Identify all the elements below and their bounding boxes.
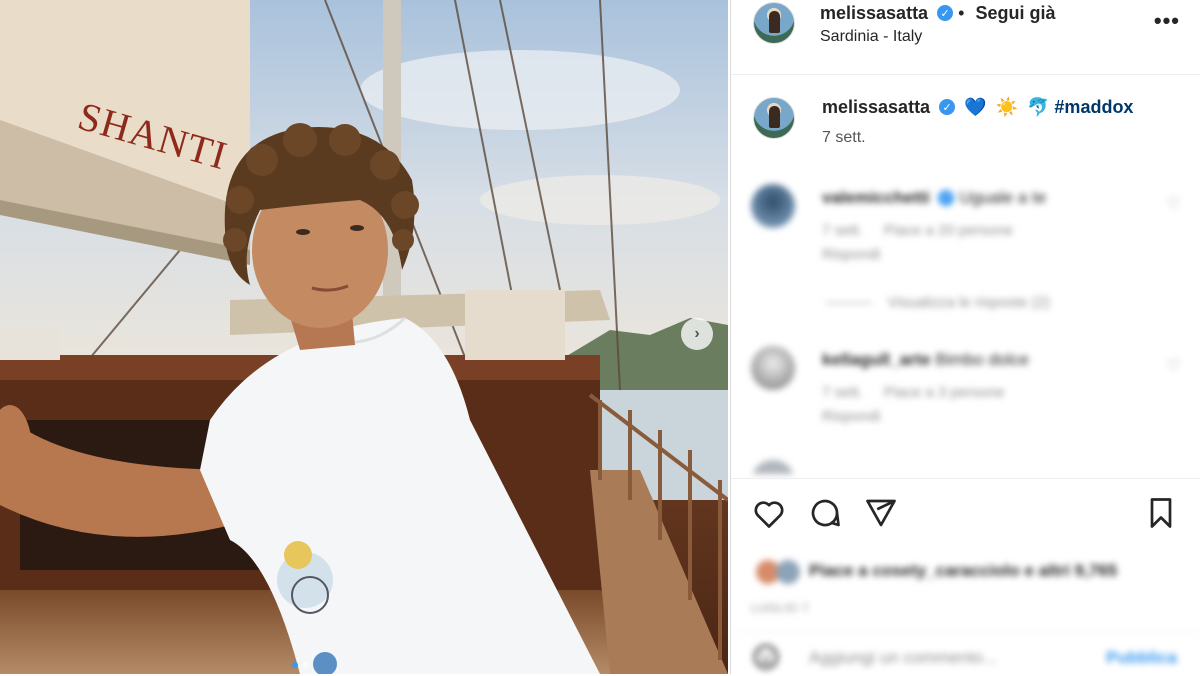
likes-count[interactable]: Piace a cosety_caracciolo e altri 9,765 — [809, 561, 1117, 581]
post-location[interactable]: Sardinia - Italy — [820, 28, 922, 46]
publish-button[interactable]: Pubblica — [1106, 648, 1177, 668]
more-horizontal-icon[interactable]: ••• — [1154, 8, 1180, 34]
comment-meta: 7 sett. Piace a 20 persone — [822, 222, 1013, 239]
comment-reply-button[interactable]: Rispondi — [822, 246, 880, 263]
share-send-icon[interactable] — [863, 495, 899, 531]
comment-avatar[interactable] — [751, 460, 795, 474]
sun-emoji: ☀️ — [995, 97, 1018, 117]
verified-badge-icon: ✓ — [937, 5, 954, 22]
caption-row: melissasatta ✓ 💙 ☀️ 🐬 #maddox — [822, 97, 1133, 118]
post-actions: Piace a cosety_caracciolo e altri 9,765 … — [731, 478, 1200, 675]
verified-badge-icon: ✓ — [938, 189, 955, 206]
comment-reply-button[interactable]: Rispondi — [822, 408, 880, 425]
liker-avatars — [756, 560, 800, 584]
comment-username[interactable]: kellagull_arte — [822, 350, 931, 369]
carousel-indicator — [292, 662, 309, 668]
post-photo[interactable]: SHANTI › — [0, 0, 728, 674]
emoji-smile-icon[interactable] — [751, 642, 781, 672]
comment-text: Uguale a te — [959, 188, 1047, 207]
bookmark-icon[interactable] — [1143, 495, 1179, 531]
comment-likes[interactable]: Piace a 20 persone — [884, 222, 1013, 239]
comment-text: Bimbo dolce — [935, 350, 1029, 369]
post-header: melissasatta ✓ • Segui già Sardinia - It… — [731, 0, 1200, 75]
comment-box: Aggiungi un commento... Pubblica — [731, 633, 1200, 676]
view-replies-button[interactable]: ——— Visualizza le risposte (2) — [826, 294, 1050, 311]
caption-time: 7 sett. — [822, 129, 866, 146]
like-heart-icon[interactable] — [751, 495, 787, 531]
replies-line: ——— — [826, 294, 888, 311]
carousel-dot — [303, 662, 309, 668]
comment-username[interactable]: valemicchetti — [822, 188, 930, 207]
comment-time: 7 sett. — [822, 222, 863, 239]
chevron-right-icon: › — [694, 325, 700, 342]
hashtag-link[interactable]: #maddox — [1054, 97, 1133, 117]
comment-time: 7 sett. — [822, 384, 863, 401]
comment-text-line: valemicchetti ✓ Uguale a te — [822, 188, 1046, 208]
comments-list: valemicchetti ✓ Uguale a te 7 sett. Piac… — [731, 174, 1200, 474]
comment-heart-icon[interactable]: ♡ — [1167, 194, 1181, 214]
header-username[interactable]: melissasatta — [820, 3, 928, 23]
carousel-dot-active — [292, 662, 298, 668]
view-replies-label[interactable]: Visualizza le risposte (2) — [888, 294, 1050, 311]
add-comment-input[interactable]: Aggiungi un commento... — [809, 648, 997, 668]
dolphin-emoji: 🐬 — [1026, 97, 1050, 117]
follow-button[interactable]: Segui già — [975, 3, 1055, 23]
post-caption: melissasatta ✓ 💙 ☀️ 🐬 #maddox 7 sett. — [731, 75, 1200, 175]
caption-avatar[interactable] — [753, 97, 795, 139]
verified-badge-icon: ✓ — [939, 99, 956, 116]
comment-meta: 7 sett. Piace a 3 persone — [822, 384, 1005, 401]
comment-avatar[interactable] — [751, 346, 795, 390]
avatar[interactable] — [753, 2, 795, 44]
comment-heart-icon[interactable]: ♡ — [1167, 356, 1181, 376]
header-user-line: melissasatta ✓ • Segui già — [820, 3, 1055, 24]
comment-icon[interactable] — [807, 495, 843, 531]
blue-heart-emoji: 💙 — [964, 97, 987, 117]
post-date: LUGLIO 7 — [751, 601, 810, 615]
header-separator: • — [958, 3, 965, 23]
next-photo-button[interactable]: › — [681, 318, 713, 350]
comment-likes[interactable]: Piace a 3 persone — [884, 384, 1005, 401]
comment-avatar[interactable] — [751, 184, 795, 228]
comment-text-line: kellagull_arte Bimbo dolce — [822, 350, 1029, 370]
caption-username[interactable]: melissasatta — [822, 97, 930, 117]
post-side-panel: melissasatta ✓ • Segui già Sardinia - It… — [730, 0, 1200, 674]
